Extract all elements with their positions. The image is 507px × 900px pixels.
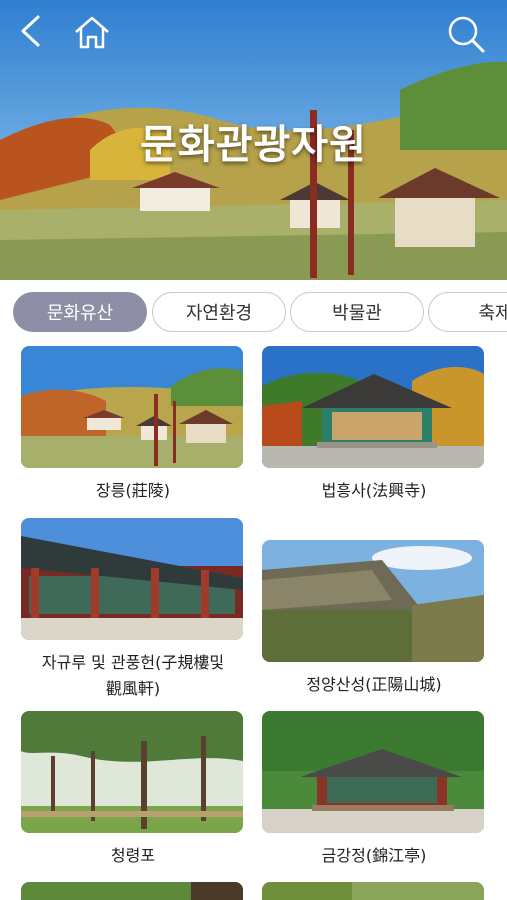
list-item[interactable]: 청령포	[21, 711, 245, 871]
item-name-line2: 觀風軒)	[105, 679, 161, 698]
list-item[interactable]: 자규루 및 관풍헌(子規樓및 觀風軒)	[21, 518, 245, 698]
thumbnail-image	[262, 346, 484, 468]
list-item[interactable]	[21, 882, 245, 900]
thumbnail-image	[21, 882, 243, 900]
search-icon	[448, 16, 485, 53]
thumbnail-image	[21, 346, 243, 468]
search-button[interactable]	[446, 14, 490, 54]
thumbnail-image	[262, 540, 484, 662]
item-name: 정양산성(正陽山城)	[306, 675, 442, 694]
item-name: 청령포	[110, 846, 156, 865]
home-button[interactable]	[72, 14, 116, 54]
list-item[interactable]: 법흥사(法興寺)	[262, 346, 486, 506]
tab-cultural-heritage[interactable]: 문화유산	[13, 292, 147, 332]
tab-festival[interactable]: 축제	[428, 292, 507, 332]
category-tabs: 문화유산 자연환경 박물관 축제	[0, 290, 507, 336]
item-name: 법흥사(法興寺)	[321, 481, 427, 500]
tab-museum[interactable]: 박물관	[290, 292, 424, 332]
thumbnail-image	[21, 518, 243, 640]
tab-natural-environment[interactable]: 자연환경	[152, 292, 286, 332]
list-item[interactable]: 장릉(莊陵)	[21, 346, 245, 506]
list-item[interactable]: 금강정(錦江亭)	[262, 711, 486, 871]
thumbnail-image	[262, 882, 484, 900]
item-name: 금강정(錦江亭)	[321, 846, 427, 865]
home-icon	[75, 16, 109, 49]
page-title: 문화관광자원	[140, 122, 367, 168]
item-name: 장릉(莊陵)	[96, 481, 170, 500]
thumbnail-image	[262, 711, 484, 833]
back-button[interactable]	[18, 14, 62, 54]
list-item[interactable]	[262, 882, 486, 900]
chevron-left-icon	[21, 15, 40, 47]
item-name-line1: 자규루 및 관풍헌(子規樓및	[41, 653, 225, 672]
hero-banner: 문화관광자원	[0, 0, 507, 280]
list-item[interactable]: 정양산성(正陽山城)	[262, 540, 486, 700]
thumbnail-image	[21, 711, 243, 833]
item-name: 자규루 및 관풍헌(子規樓및 觀風軒)	[21, 650, 245, 702]
